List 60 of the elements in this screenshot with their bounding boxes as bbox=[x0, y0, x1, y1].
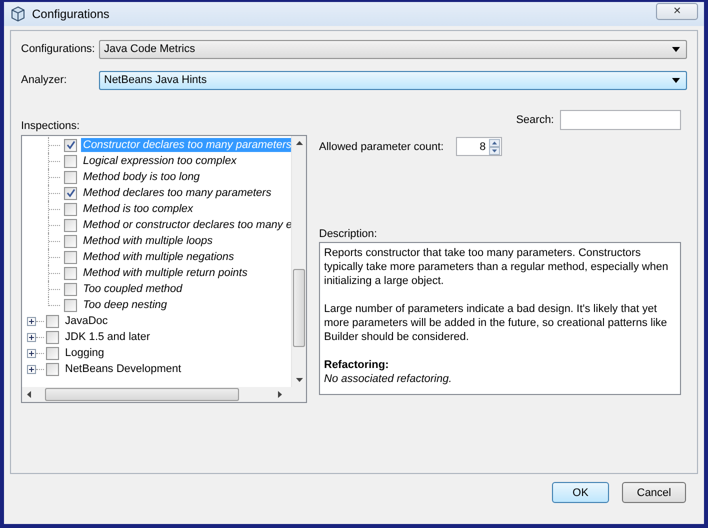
tree-item[interactable]: Method body is too long bbox=[81, 170, 202, 184]
checkbox[interactable] bbox=[64, 170, 77, 184]
scroll-right-icon[interactable] bbox=[278, 391, 282, 398]
tree-item[interactable]: Method with multiple negations bbox=[81, 250, 236, 264]
checkbox[interactable] bbox=[64, 250, 77, 264]
tree-item[interactable]: JavaDoc bbox=[63, 314, 110, 328]
tree-item[interactable]: JDK 1.5 and later bbox=[63, 330, 152, 344]
expand-icon[interactable] bbox=[27, 364, 36, 374]
tree-item[interactable]: Method declares too many parameters bbox=[81, 186, 274, 200]
tree-item[interactable]: Logging bbox=[63, 346, 106, 360]
analyzer-dropdown[interactable]: NetBeans Java Hints bbox=[99, 70, 687, 90]
expand-icon[interactable] bbox=[27, 348, 36, 358]
vertical-scrollbar[interactable] bbox=[291, 136, 306, 387]
checkbox[interactable] bbox=[64, 138, 77, 152]
tree-item[interactable]: Method with multiple loops bbox=[81, 234, 215, 248]
expand-icon[interactable] bbox=[27, 316, 36, 326]
tree-item[interactable]: Method is too complex bbox=[81, 202, 196, 216]
checkbox[interactable] bbox=[46, 314, 59, 328]
tree-item[interactable]: Logical expression too complex bbox=[81, 154, 238, 168]
description-label: Description: bbox=[319, 228, 378, 240]
tree-item[interactable]: Too coupled method bbox=[81, 282, 184, 296]
analyzer-label: Analyzer: bbox=[21, 74, 68, 86]
cube-icon bbox=[10, 6, 26, 22]
dropdown-arrow-icon bbox=[672, 46, 680, 52]
tree-item[interactable]: Too deep nesting bbox=[81, 298, 169, 312]
checkbox[interactable] bbox=[64, 266, 77, 280]
checkbox[interactable] bbox=[64, 154, 77, 168]
checkbox[interactable] bbox=[64, 298, 77, 312]
checkbox[interactable] bbox=[46, 330, 59, 344]
ok-button[interactable]: OK bbox=[552, 482, 609, 503]
description-text: Large number of parameters indicate a bad design. It's likely that yet more parameters will be added in the future, so creational patterns like Builder should be considered. bbox=[324, 302, 668, 344]
cancel-button[interactable]: Cancel bbox=[622, 482, 686, 503]
checkbox[interactable] bbox=[46, 362, 59, 376]
spinner-arrows-icon bbox=[488, 138, 500, 154]
refactoring-text: No associated refactoring. bbox=[324, 372, 452, 386]
search-label: Search: bbox=[516, 114, 554, 126]
checkbox[interactable] bbox=[64, 202, 77, 216]
checkbox[interactable] bbox=[64, 282, 77, 296]
scroll-left-icon[interactable] bbox=[27, 391, 31, 398]
scroll-up-icon[interactable] bbox=[296, 141, 302, 145]
tree-item[interactable]: NetBeans Development bbox=[63, 362, 184, 376]
description-text: Reports constructor that take too many parameters. Constructors typically take more parameters than a regular method, especially when initializing a large object. bbox=[324, 246, 670, 288]
configurations-label: Configurations: bbox=[21, 43, 96, 55]
close-button[interactable]: ✕ bbox=[656, 2, 698, 20]
count-spinner[interactable]: 8 bbox=[456, 137, 502, 156]
expand-icon[interactable] bbox=[27, 332, 36, 342]
scroll-down-icon[interactable] bbox=[296, 378, 302, 382]
configurations-dropdown[interactable]: Java Code Metrics bbox=[99, 40, 687, 58]
checkbox[interactable] bbox=[64, 218, 77, 232]
checkbox[interactable] bbox=[64, 234, 77, 248]
checkbox[interactable] bbox=[64, 186, 77, 200]
tree-item[interactable]: Method with multiple return points bbox=[81, 266, 250, 280]
refactoring-heading: Refactoring: bbox=[324, 358, 389, 372]
dropdown-arrow-icon bbox=[672, 78, 680, 82]
checkbox[interactable] bbox=[46, 346, 59, 360]
horizontal-scrollbar[interactable] bbox=[22, 387, 306, 402]
option-label: Allowed parameter count: bbox=[319, 140, 444, 152]
search-field[interactable] bbox=[560, 110, 681, 130]
window-title: Configurations bbox=[32, 7, 110, 21]
inspections-label: Inspections: bbox=[21, 120, 81, 132]
